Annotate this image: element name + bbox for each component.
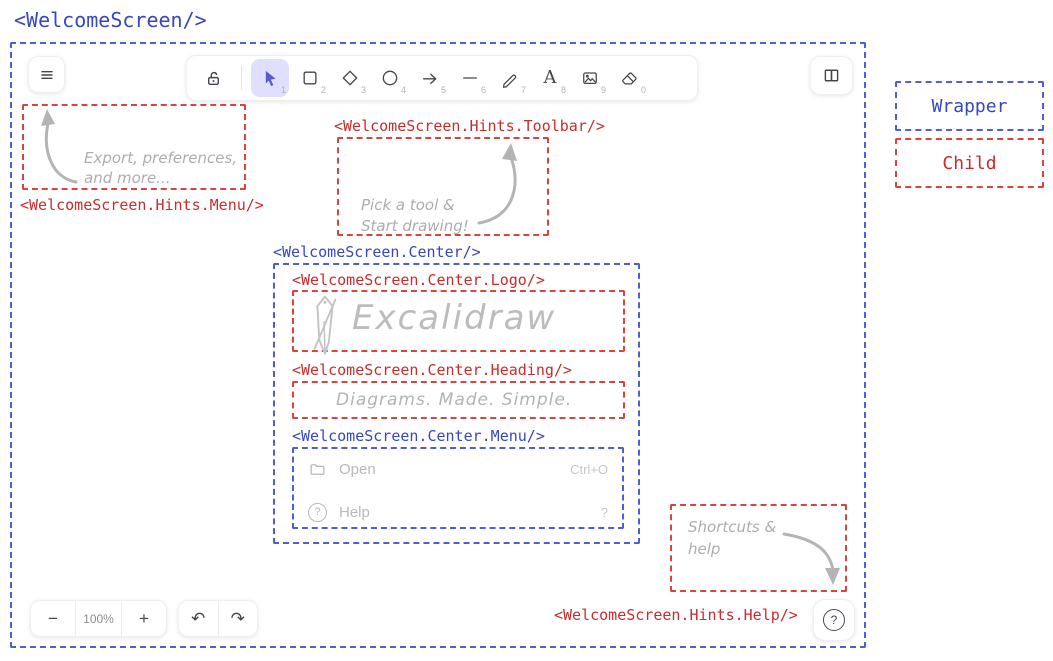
menu-item-help-label: Help xyxy=(339,504,370,521)
folder-icon xyxy=(308,460,327,479)
excalidraw-logo-text: Excalidraw xyxy=(352,298,556,338)
diamond-tool-button[interactable]: 3 xyxy=(331,59,369,97)
image-icon xyxy=(580,68,600,88)
history-controls: ↶ ↷ xyxy=(178,600,258,637)
center-heading-label: <WelcomeScreen.Center.Heading/> xyxy=(292,361,572,379)
zoom-controls: − 100% + xyxy=(30,600,167,637)
center-logo-label: <WelcomeScreen.Center.Logo/> xyxy=(292,271,545,289)
help-hint-text-line1: Shortcuts & xyxy=(688,516,776,538)
root-component-label: <WelcomeScreen/> xyxy=(14,8,207,32)
help-circle-icon: ? xyxy=(308,503,327,522)
unlock-icon xyxy=(203,68,224,89)
hints-help-label: <WelcomeScreen.Hints.Help/> xyxy=(554,606,798,624)
zoom-in-button[interactable]: + xyxy=(122,601,166,636)
pencil-icon xyxy=(500,68,520,88)
selection-cursor-icon xyxy=(260,68,280,88)
menu-hint-text-line2: and more... xyxy=(84,168,237,188)
main-menu-button[interactable] xyxy=(28,56,65,93)
library-button[interactable] xyxy=(810,56,853,95)
center-menu-label: <WelcomeScreen.Center.Menu/> xyxy=(292,427,545,445)
zoom-level-display[interactable]: 100% xyxy=(76,601,121,636)
menu-hint-text-line1: Export, preferences, xyxy=(84,148,237,168)
ellipse-tool-button[interactable]: 4 xyxy=(371,59,409,97)
book-icon xyxy=(821,65,842,86)
help-button[interactable]: ? xyxy=(813,599,855,641)
rectangle-icon xyxy=(300,68,320,88)
diamond-icon xyxy=(340,68,360,88)
menu-item-open-label: Open xyxy=(339,461,376,478)
text-icon: A xyxy=(544,69,557,87)
legend-wrapper-label: Wrapper xyxy=(932,96,1008,117)
line-tool-button[interactable]: 6 xyxy=(451,59,489,97)
rectangle-tool-button[interactable]: 2 xyxy=(291,59,329,97)
toolbar-divider xyxy=(241,66,242,90)
arrow-tool-button[interactable]: 5 xyxy=(411,59,449,97)
legend-wrapper-box: Wrapper xyxy=(895,81,1044,131)
selection-tool-button[interactable]: 1 xyxy=(251,59,289,97)
menu-item-open[interactable]: Open Ctrl+O xyxy=(308,456,608,482)
redo-button[interactable]: ↷ xyxy=(218,601,257,636)
image-tool-button[interactable]: 9 xyxy=(571,59,609,97)
undo-button[interactable]: ↶ xyxy=(179,601,218,636)
draw-tool-button[interactable]: 7 xyxy=(491,59,529,97)
toolbar-hint-text-line1: Pick a tool & xyxy=(361,195,469,216)
excalidraw-logo-icon xyxy=(306,292,344,362)
center-label: <WelcomeScreen.Center/> xyxy=(273,243,481,261)
toolbar-hint-text-line2: Start drawing! xyxy=(361,216,469,237)
menu-item-help[interactable]: ? Help ? xyxy=(308,499,608,525)
welcome-screen-doc: <WelcomeScreen/> xyxy=(0,0,1053,661)
hints-menu-box: Export, preferences, and more... xyxy=(22,104,246,190)
question-mark-icon: ? xyxy=(823,609,845,631)
zoom-out-button[interactable]: − xyxy=(31,601,75,636)
center-heading-box: Diagrams. Made. Simple. xyxy=(292,381,625,419)
hints-help-box: Shortcuts & help xyxy=(670,504,847,592)
menu-item-help-shortcut: ? xyxy=(601,505,608,520)
ellipse-icon xyxy=(380,68,400,88)
menu-item-open-shortcut: Ctrl+O xyxy=(570,462,608,477)
legend-child-box: Child xyxy=(895,138,1044,188)
lock-tool-button[interactable] xyxy=(194,59,232,97)
hamburger-icon xyxy=(37,65,57,85)
eraser-icon xyxy=(620,68,640,88)
line-icon xyxy=(460,68,480,88)
center-menu-box: Open Ctrl+O ? Help ? xyxy=(292,447,624,529)
text-tool-button[interactable]: A 8 xyxy=(531,59,569,97)
arrow-icon xyxy=(420,68,440,88)
center-heading-text: Diagrams. Made. Simple. xyxy=(336,390,572,410)
hints-toolbar-box: Pick a tool & Start drawing! xyxy=(337,137,549,236)
hints-menu-label: <WelcomeScreen.Hints.Menu/> xyxy=(20,196,264,214)
eraser-tool-button[interactable]: 0 xyxy=(611,59,649,97)
hints-toolbar-label: <WelcomeScreen.Hints.Toolbar/> xyxy=(334,117,605,135)
help-hint-text-line2: help xyxy=(688,538,776,560)
legend-child-label: Child xyxy=(942,153,996,174)
toolbar: 1 2 3 4 xyxy=(186,55,698,101)
